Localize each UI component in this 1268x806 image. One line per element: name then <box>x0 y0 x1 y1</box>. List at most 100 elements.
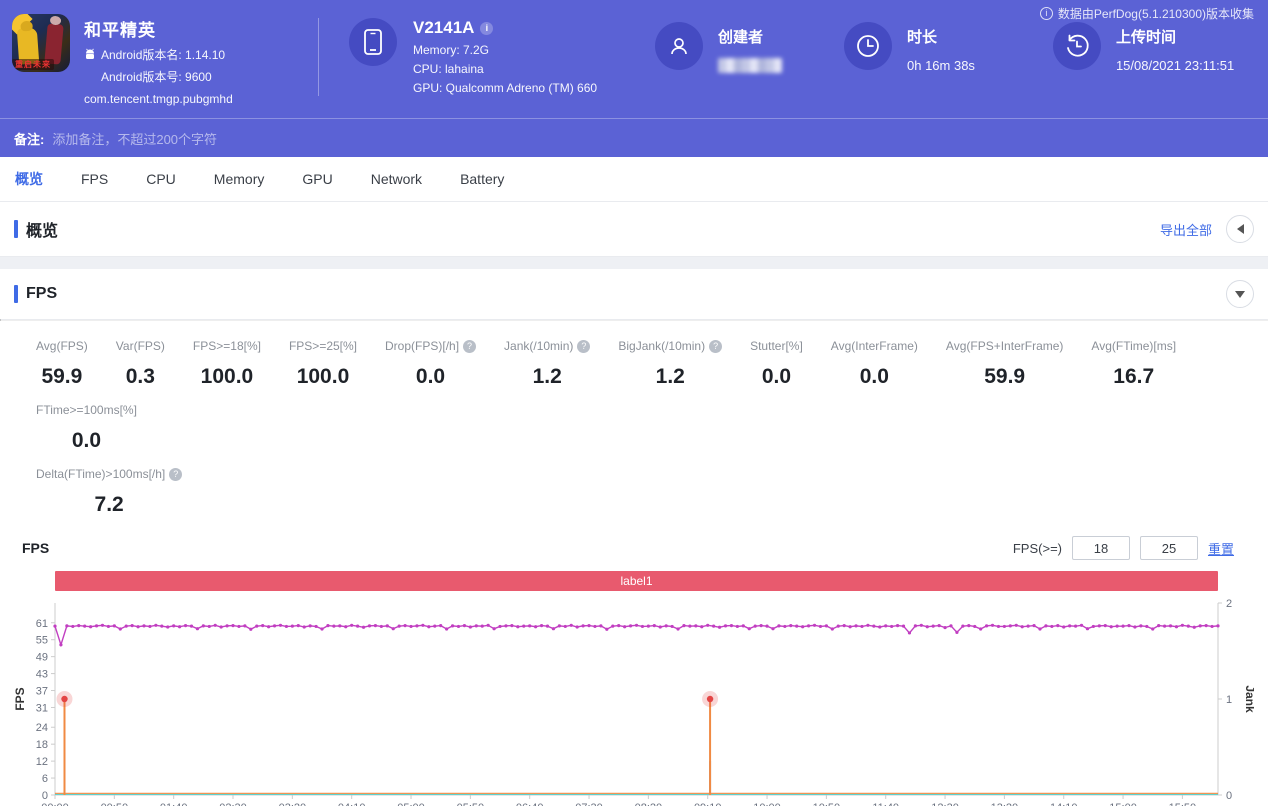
svg-text:24: 24 <box>36 722 48 734</box>
fps-chart-header: FPS FPS(>=) 重置 <box>0 531 1268 561</box>
collapse-down-button[interactable] <box>1226 280 1254 308</box>
svg-text:14:10: 14:10 <box>1050 802 1078 806</box>
tab-GPU[interactable]: GPU <box>302 171 332 187</box>
note-bar[interactable]: 备注: 添加备注，不超过200个字符 <box>0 118 1268 157</box>
app-name: 和平精英 <box>84 21 156 40</box>
svg-text:11:40: 11:40 <box>872 802 899 806</box>
tab-Battery[interactable]: Battery <box>460 171 504 187</box>
fps-threshold-label: FPS(>=) <box>1012 540 1062 556</box>
note-placeholder: 添加备注，不超过200个字符 <box>52 131 218 147</box>
metric-value: 59.9 <box>41 365 83 388</box>
tab-FPS[interactable]: FPS <box>81 171 108 187</box>
fps-card: FPS Avg(FPS) 59.9 Var(FPS) 0.3 FPS>=18[%] 100… <box>0 269 1268 806</box>
metric-value: 100.0 <box>296 365 350 388</box>
device-info-block: V2141A i Memory: 7.2G CPU: lahaina GPU: … <box>319 0 619 95</box>
triangle-down-icon <box>1235 290 1245 298</box>
upload-time-value: 15/08/2021 23:11:51 <box>1115 58 1235 73</box>
metric-label: FPS>=25[%] <box>288 339 358 353</box>
chart-label-banner: label1 <box>55 571 1218 591</box>
tab-CPU[interactable]: CPU <box>146 171 176 187</box>
fps-chart-canvas[interactable]: 61 55 49 43 37 31 24 18 12 6 0 FPS 2 1 0 Jank 00:00 00:50… <box>13 591 1257 806</box>
metric-label: Var(FPS) <box>115 339 165 353</box>
creator-name-masked <box>718 58 782 73</box>
collector-note: i 数据由PerfDog(5.1.210300)版本收集 <box>1039 5 1254 22</box>
help-icon[interactable]: ? <box>709 339 723 353</box>
metric-Jank(/10min): Jank(/10min)? 1.2 <box>490 339 604 389</box>
metric-label: Drop(FPS)[/h] <box>385 339 460 353</box>
svg-text:Jank: Jank <box>1243 685 1254 713</box>
metric-value: 0.0 <box>71 429 102 452</box>
tab-Network[interactable]: Network <box>371 171 422 187</box>
device-cpu: CPU: lahaina <box>413 62 484 76</box>
metric-FPS>=25[%]: FPS>=25[%] 100.0 <box>275 339 371 389</box>
svg-text:1: 1 <box>1226 694 1232 706</box>
tab-概览[interactable]: 概览 <box>15 169 43 189</box>
metric-label: BigJank(/10min) <box>618 339 706 353</box>
svg-text:03:20: 03:20 <box>279 802 307 806</box>
metric-Delta(FTime)>100ms[/h]: Delta(FTime)>100ms[/h]? 7.2 <box>22 467 196 517</box>
collector-note-text: 数据由PerfDog(5.1.210300)版本收集 <box>1057 7 1254 21</box>
metric-BigJank(/10min): BigJank(/10min)? 1.2 <box>604 339 736 389</box>
metric-label: Avg(InterFrame) <box>830 339 918 353</box>
fps-threshold-low-input[interactable] <box>1071 536 1130 560</box>
clock-icon <box>844 22 892 70</box>
metric-label: FPS>=18[%] <box>192 339 261 353</box>
device-memory: Memory: 7.2G <box>413 43 490 57</box>
phone-icon <box>349 18 397 66</box>
note-label: 备注: <box>14 131 45 147</box>
fps-section-title: FPS <box>26 285 58 302</box>
svg-text:55: 55 <box>36 635 48 647</box>
svg-text:05:50: 05:50 <box>457 802 485 806</box>
overview-title: 概览 <box>26 223 59 240</box>
svg-text:09:10: 09:10 <box>694 802 722 806</box>
metric-value: 16.7 <box>1113 365 1155 388</box>
metric-value: 59.9 <box>984 365 1026 388</box>
device-model: V2141A <box>413 18 475 37</box>
metric-Stutter[%]: Stutter[%] 0.0 <box>736 339 817 389</box>
fps-section-header: FPS <box>0 269 1268 319</box>
metric-value: 0.0 <box>415 365 446 388</box>
svg-text:15:50: 15:50 <box>1169 802 1197 806</box>
metric-Avg(FPS+InterFrame): Avg(FPS+InterFrame) 59.9 <box>932 339 1077 389</box>
info-icon: i <box>1039 7 1053 20</box>
android-version-name: Android版本名: 1.14.10 <box>84 46 233 63</box>
overview-section-header: 概览 导出全部 <box>0 202 1268 257</box>
metric-FTime>=100ms[%]: FTime>=100ms[%] 0.0 <box>22 403 151 453</box>
export-all-link[interactable]: 导出全部 <box>1160 220 1212 239</box>
svg-text:61: 61 <box>36 618 48 630</box>
reset-link[interactable]: 重置 <box>1208 539 1234 558</box>
device-info-icon[interactable]: i <box>480 21 494 35</box>
history-clock-icon <box>1052 22 1101 70</box>
metric-label: Avg(FPS+InterFrame) <box>945 339 1064 353</box>
app-icon: 重启未来 <box>12 14 70 72</box>
creator-block: 创建者 <box>655 0 782 73</box>
svg-text:31: 31 <box>36 702 48 714</box>
svg-text:06:40: 06:40 <box>516 802 544 806</box>
metric-value: 1.2 <box>532 365 562 388</box>
fps-threshold-high-input[interactable] <box>1139 536 1198 560</box>
app-package: com.tencent.tmgp.pubgmhd <box>84 92 233 106</box>
help-icon[interactable]: ? <box>463 339 477 353</box>
tab-Memory[interactable]: Memory <box>214 171 265 187</box>
fps-chart-title: FPS <box>22 540 50 556</box>
metric-label: Stutter[%] <box>750 339 803 353</box>
svg-text:FPS: FPS <box>14 687 27 710</box>
metric-Avg(FTime)[ms]: Avg(FTime)[ms] 16.7 <box>1077 339 1190 389</box>
svg-text:43: 43 <box>36 669 48 681</box>
svg-text:00:50: 00:50 <box>101 802 129 806</box>
metric-value: 0.0 <box>761 365 792 388</box>
collapse-left-button[interactable] <box>1226 215 1254 243</box>
duration-value: 0h 16m 38s <box>907 58 975 73</box>
svg-text:37: 37 <box>36 686 48 698</box>
svg-text:07:30: 07:30 <box>575 802 603 806</box>
metric-Drop(FPS)[/h]: Drop(FPS)[/h]? 0.0 <box>371 339 490 389</box>
svg-text:0: 0 <box>42 790 48 802</box>
svg-text:10:00: 10:00 <box>753 802 781 806</box>
svg-text:04:10: 04:10 <box>338 802 366 806</box>
fps-metrics-row-2: Delta(FTime)>100ms[/h]? 7.2 <box>0 467 1268 531</box>
help-icon[interactable]: ? <box>169 467 183 481</box>
fps-chart[interactable]: 61 55 49 43 37 31 24 18 12 6 0 FPS 2 1 0 Jank 00:00 00:50… <box>13 591 1268 806</box>
svg-text:01:40: 01:40 <box>160 802 188 806</box>
metric-label: Delta(FTime)>100ms[/h] <box>36 467 166 481</box>
help-icon[interactable]: ? <box>577 339 591 353</box>
